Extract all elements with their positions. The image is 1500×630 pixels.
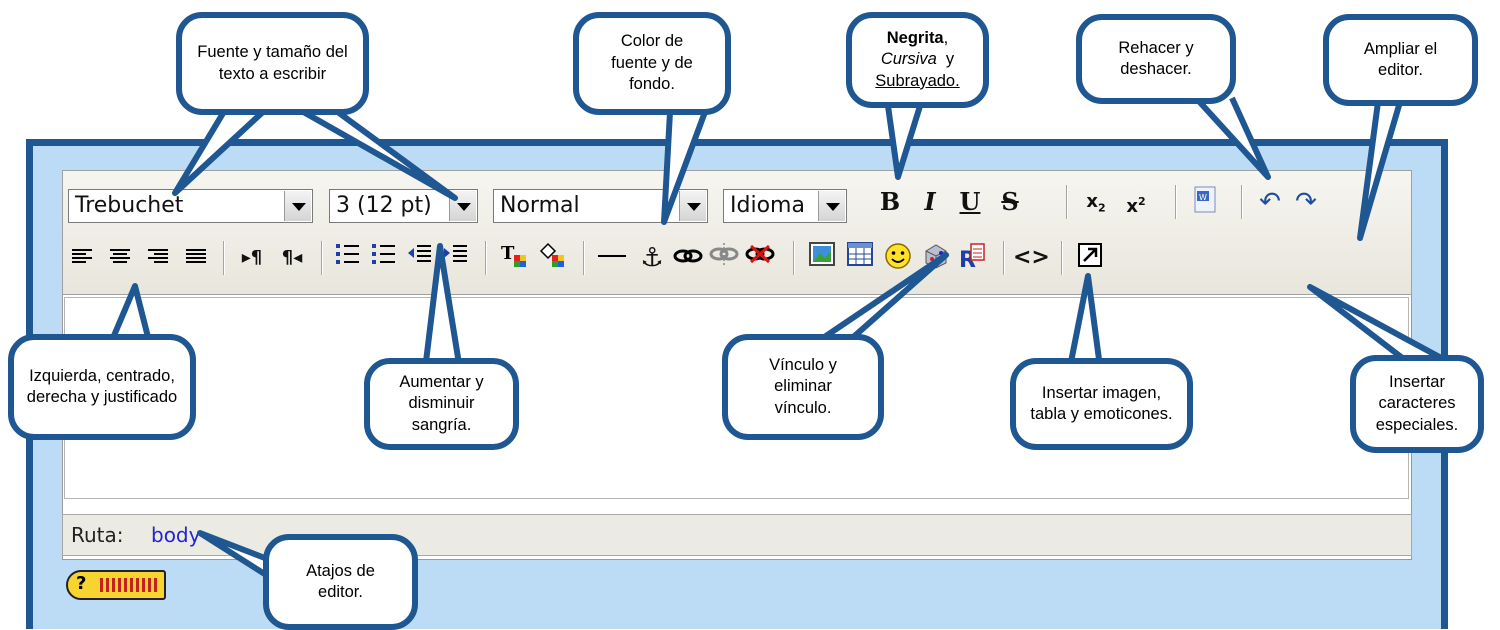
callout-insert: Insertar imagen, tabla y emoticones. bbox=[1010, 358, 1193, 450]
callout-font: Fuente y tamaño del texto a escribir bbox=[176, 12, 369, 115]
callout-alignment-text: Izquierda, centrado, derecha y justifica… bbox=[26, 366, 178, 406]
callout-fullscreen-text: Ampliar el editor. bbox=[1363, 39, 1438, 79]
callout-and-word: y bbox=[945, 50, 955, 69]
callout-underline-word: Subrayado. bbox=[875, 71, 960, 90]
callout-undo-text: Rehacer y deshacer. bbox=[1118, 38, 1194, 78]
callout-fullscreen: Ampliar el editor. bbox=[1323, 14, 1478, 106]
callout-insert-text: Insertar imagen, tabla y emoticones. bbox=[1030, 383, 1173, 423]
callout-style-line1: Negrita, bbox=[887, 28, 948, 49]
callout-italic-word: Cursiva bbox=[880, 50, 937, 69]
callout-undo-redo: Rehacer y deshacer. bbox=[1076, 14, 1236, 104]
callout-shortcuts-text: Atajos de editor. bbox=[306, 561, 375, 601]
callout-style-line3: Subrayado. bbox=[875, 71, 959, 92]
callout-color: Color de fuente y de fondo. bbox=[573, 12, 731, 115]
callout-special-chars: Insertar caracteres especiales. bbox=[1350, 355, 1484, 453]
callout-chars-text: Insertar caracteres especiales. bbox=[1375, 372, 1459, 434]
callout-font-text: Fuente y tamaño del texto a escribir bbox=[197, 43, 348, 83]
callout-text-style: Negrita, Cursiva y Subrayado. bbox=[846, 12, 989, 108]
callout-link: Vínculo y eliminar vínculo. bbox=[722, 334, 884, 440]
callout-comma: , bbox=[943, 28, 949, 47]
callout-alignment: Izquierda, centrado, derecha y justifica… bbox=[8, 334, 196, 440]
callout-indent: Aumentar y disminuir sangría. bbox=[364, 358, 519, 450]
callout-shortcuts: Atajos de editor. bbox=[263, 534, 418, 630]
callout-color-text: Color de fuente y de fondo. bbox=[611, 32, 693, 94]
callout-link-text: Vínculo y eliminar vínculo. bbox=[769, 355, 837, 417]
callout-bold-word: Negrita bbox=[886, 28, 944, 47]
callout-indent-text: Aumentar y disminuir sangría. bbox=[399, 372, 484, 434]
callout-style-line2: Cursiva y bbox=[881, 49, 954, 70]
